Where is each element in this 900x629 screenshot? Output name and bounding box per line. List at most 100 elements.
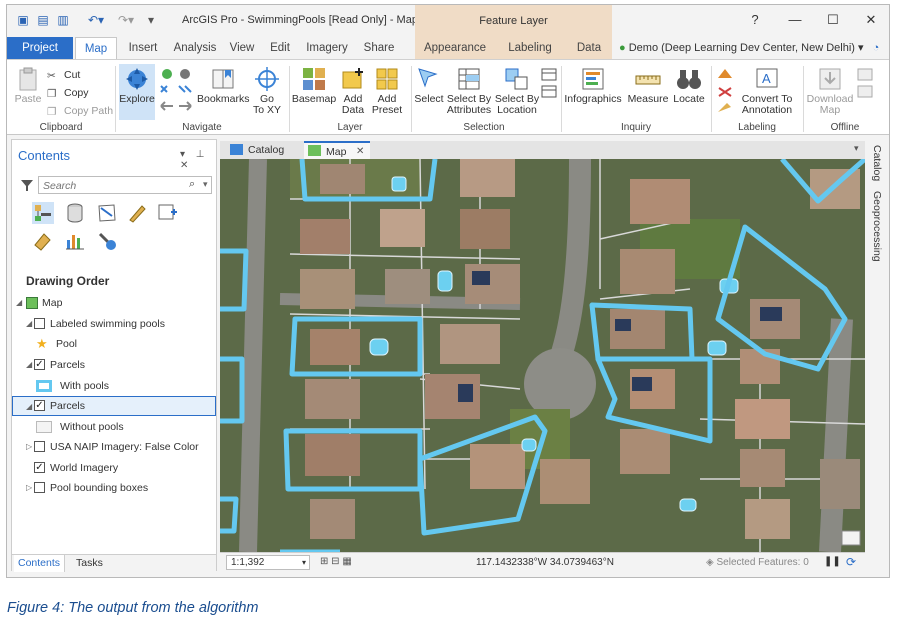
- group-separator: [115, 66, 116, 132]
- view-tab-catalog[interactable]: Catalog: [226, 141, 302, 159]
- toc-item-naip[interactable]: ▷ USA NAIP Imagery: False Color: [12, 437, 216, 457]
- list-by-snapping-icon[interactable]: [156, 202, 178, 224]
- customize-toolbar-icon[interactable]: ▾: [143, 13, 159, 27]
- save-project-icon[interactable]: ▥: [55, 13, 71, 27]
- new-project-icon[interactable]: ▣: [15, 13, 31, 27]
- bookmarks-button[interactable]: Bookmarks: [197, 66, 250, 105]
- go-to-xy-button[interactable]: Go To XY: [249, 66, 285, 116]
- infographics-button[interactable]: Infographics: [563, 66, 623, 105]
- explore-button[interactable]: Explore: [119, 64, 155, 120]
- undo-icon[interactable]: ↶▾: [83, 13, 109, 27]
- user-account[interactable]: ● Demo (Deep Learning Dev Center, New De…: [619, 41, 889, 54]
- map-view[interactable]: [220, 159, 865, 552]
- toc-symbol-pool[interactable]: ★ Pool: [12, 334, 216, 354]
- collapse-arrow-icon[interactable]: ◢: [16, 293, 22, 313]
- refresh-button[interactable]: ⟳: [846, 555, 856, 569]
- tab-appearance[interactable]: Appearance: [419, 37, 491, 59]
- notifications-icon[interactable]: ◔: [873, 42, 880, 54]
- list-by-editing-icon[interactable]: [126, 202, 148, 224]
- pane-controls[interactable]: ▾ ⊥ ✕: [180, 149, 216, 171]
- list-by-selection-icon[interactable]: [96, 202, 118, 224]
- side-tab-geoprocessing[interactable]: Geoprocessing: [871, 191, 883, 262]
- view-tab-map[interactable]: Map ✕: [304, 141, 370, 159]
- open-project-icon[interactable]: ▤: [35, 13, 51, 27]
- collapse-arrow-icon[interactable]: ◢: [26, 355, 32, 375]
- tab-data[interactable]: Data: [571, 37, 607, 59]
- tab-edit[interactable]: Edit: [265, 37, 295, 59]
- scale-dropdown-icon[interactable]: ▾: [302, 556, 306, 569]
- offline-small-tools-icon[interactable]: [857, 68, 873, 108]
- add-preset-button[interactable]: Add Preset: [369, 66, 405, 116]
- selected-features-status[interactable]: ◈ Selected Features: 0: [706, 557, 809, 568]
- map-overlay-toggle-icon[interactable]: [841, 530, 861, 546]
- grid-tools-icon[interactable]: ⊞ ⊟ ▦: [320, 556, 352, 567]
- cut-button[interactable]: ✂ Cut: [47, 68, 80, 82]
- locate-button[interactable]: Locate: [671, 66, 707, 105]
- help-button[interactable]: ?: [745, 11, 765, 29]
- tab-share[interactable]: Share: [359, 37, 399, 59]
- map-canvas[interactable]: [220, 159, 865, 552]
- add-data-button[interactable]: Add Data: [337, 66, 369, 116]
- tab-project[interactable]: Project: [7, 37, 73, 59]
- minimize-button[interactable]: —: [785, 11, 805, 29]
- close-button[interactable]: ✕: [861, 11, 881, 29]
- measure-button[interactable]: Measure: [625, 66, 671, 105]
- search-input[interactable]: [43, 179, 183, 192]
- collapse-arrow-icon[interactable]: ◢: [26, 314, 32, 334]
- tab-view[interactable]: View: [225, 37, 259, 59]
- pause-drawing-button[interactable]: ❚❚: [824, 556, 841, 567]
- scale-selector[interactable]: 1:1,392 ▾: [226, 555, 310, 570]
- search-dropdown-icon[interactable]: ▾: [203, 179, 208, 190]
- navigate-small-tools-icon[interactable]: [159, 68, 195, 116]
- list-by-charts-icon[interactable]: [64, 230, 86, 252]
- convert-to-annotation-button[interactable]: A Convert To Annotation: [737, 66, 797, 116]
- list-by-labeling-icon[interactable]: [32, 230, 54, 252]
- layer-visibility-checkbox[interactable]: [34, 441, 45, 452]
- expand-arrow-icon[interactable]: ▷: [26, 478, 32, 498]
- tab-insert[interactable]: Insert: [121, 37, 165, 59]
- toc-item-parcels-without-pools[interactable]: ◢ ✓ Parcels: [12, 396, 216, 416]
- tab-analysis[interactable]: Analysis: [169, 37, 221, 59]
- search-icon[interactable]: ⌕: [189, 178, 195, 191]
- select-button[interactable]: Select: [413, 66, 445, 105]
- toc-item-map[interactable]: ◢ Map: [12, 293, 216, 313]
- side-tab-catalog[interactable]: Catalog: [871, 145, 883, 181]
- tab-imagery[interactable]: Imagery: [299, 37, 355, 59]
- list-by-perspective-imagery-icon[interactable]: [96, 230, 118, 252]
- select-by-attributes-button[interactable]: Select By Attributes: [445, 66, 493, 116]
- collapse-ribbon-icon[interactable]: ˄: [888, 42, 889, 54]
- layer-visibility-checkbox[interactable]: [34, 482, 45, 493]
- redo-icon[interactable]: ↷▾: [113, 13, 139, 27]
- collapse-arrow-icon[interactable]: ◢: [26, 397, 32, 417]
- layer-visibility-checkbox[interactable]: ✓: [34, 400, 45, 411]
- map-tab-icon: [308, 145, 321, 156]
- tab-map[interactable]: Map: [75, 37, 117, 60]
- toc-symbol-with-pools[interactable]: With pools: [12, 376, 216, 396]
- search-box[interactable]: ⌕ ▾: [38, 176, 212, 194]
- toc-item-labeled-pools[interactable]: ◢ Labeled swimming pools: [12, 314, 216, 334]
- labeling-small-tools-icon[interactable]: [715, 66, 735, 116]
- filter-icon[interactable]: [20, 178, 34, 192]
- view-tabs-dropdown-icon[interactable]: ▾: [854, 143, 859, 154]
- toc-item-parcels-with-pools[interactable]: ◢ ✓ Parcels: [12, 355, 216, 375]
- toc-item-world-imagery[interactable]: ✓ World Imagery: [12, 458, 216, 478]
- list-by-drawing-order-icon[interactable]: [32, 202, 54, 224]
- tab-labeling[interactable]: Labeling: [501, 37, 559, 59]
- expand-arrow-icon[interactable]: ▷: [26, 437, 32, 457]
- basemap-button[interactable]: Basemap: [291, 66, 337, 105]
- download-map-button[interactable]: Download Map: [805, 66, 855, 116]
- select-by-location-button[interactable]: Select By Location: [493, 66, 541, 116]
- layer-visibility-checkbox[interactable]: [34, 318, 45, 329]
- paste-button[interactable]: Paste: [11, 66, 45, 105]
- toc-symbol-without-pools[interactable]: Without pools: [12, 417, 216, 437]
- layer-visibility-checkbox[interactable]: ✓: [34, 462, 45, 473]
- list-by-source-icon[interactable]: [64, 202, 86, 224]
- copy-path-button[interactable]: ❐ Copy Path: [47, 104, 113, 118]
- copy-button[interactable]: ❐ Copy: [47, 86, 89, 100]
- tab-contents[interactable]: Contents: [14, 555, 66, 572]
- tab-tasks[interactable]: Tasks: [72, 555, 107, 572]
- toc-item-pool-boxes[interactable]: ▷ Pool bounding boxes: [12, 478, 216, 498]
- selection-small-tools-icon[interactable]: [541, 68, 557, 108]
- layer-visibility-checkbox[interactable]: ✓: [34, 359, 45, 370]
- maximize-button[interactable]: ☐: [823, 11, 843, 29]
